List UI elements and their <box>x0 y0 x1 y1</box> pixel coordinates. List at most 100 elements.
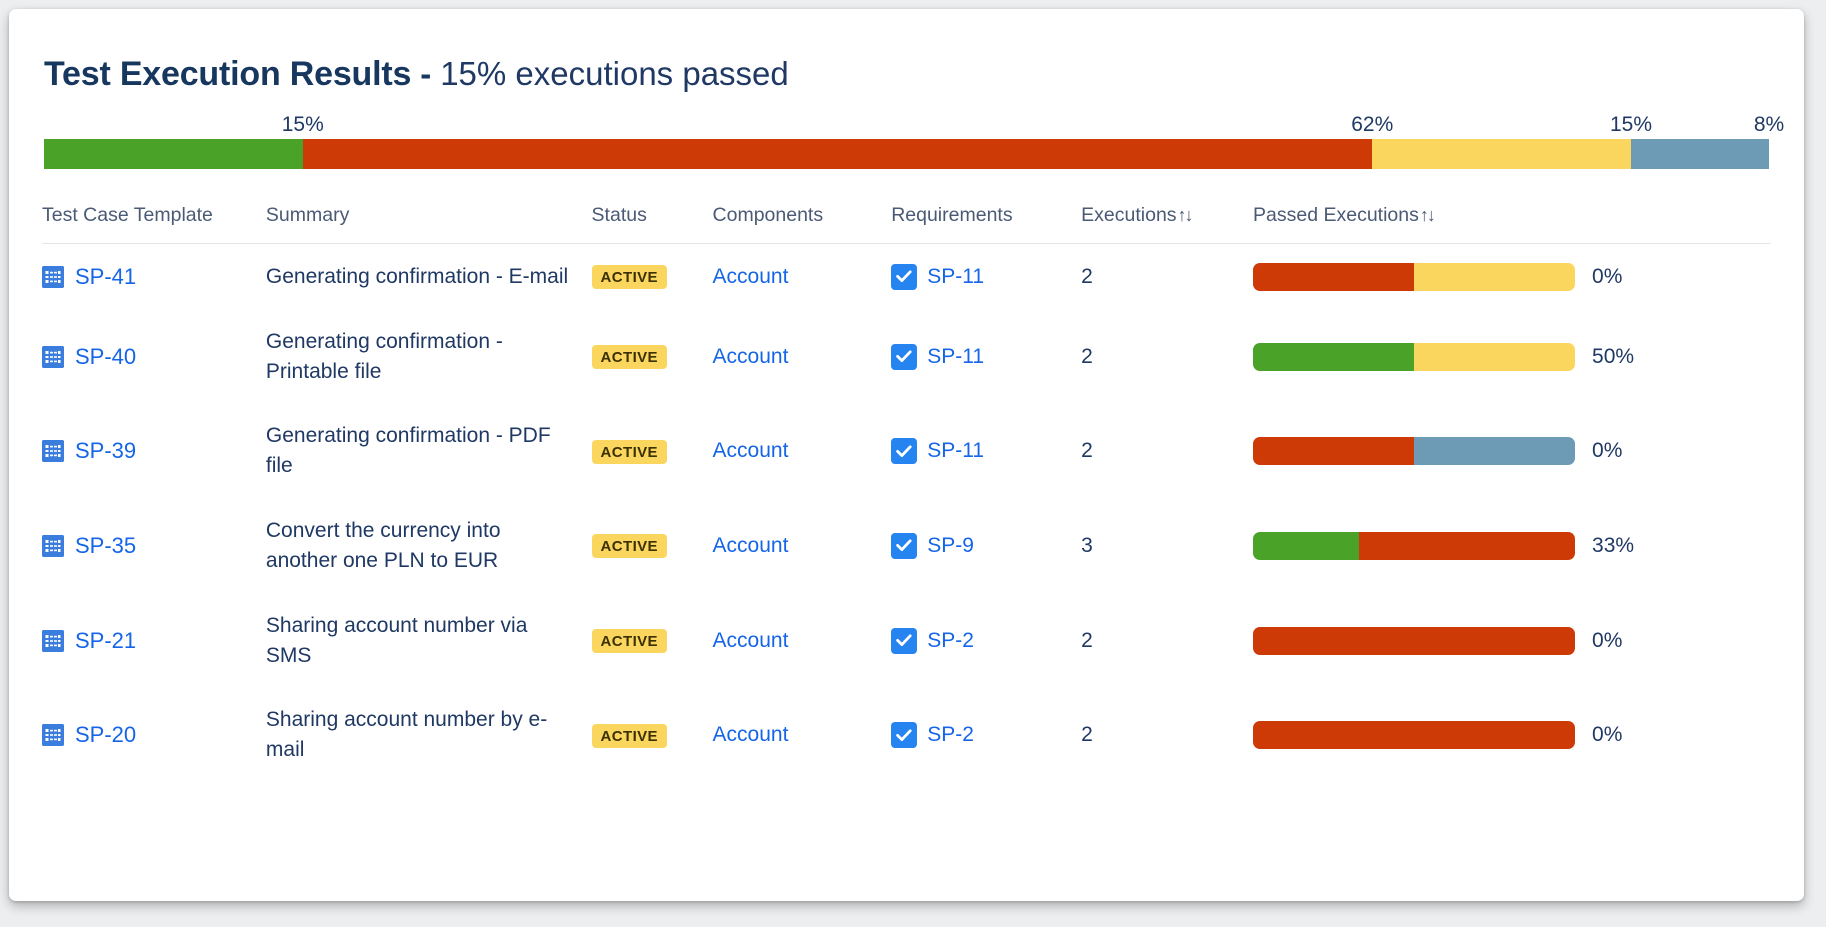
cell-components: Account <box>713 687 892 782</box>
passed-executions-cell: 33% <box>1253 532 1771 560</box>
cell-components: Account <box>713 593 892 688</box>
column-header-label: Test Case Template <box>42 204 213 226</box>
test-case-template-link[interactable]: SP-20 <box>75 722 136 748</box>
passed-executions-bar-segment[interactable] <box>1253 721 1575 749</box>
summary-text: Sharing account number via SMS <box>266 611 592 671</box>
passed-executions-cell: 0% <box>1253 627 1771 655</box>
cell-executions: 2 <box>1081 687 1253 782</box>
column-header-summary: Summary <box>266 204 592 244</box>
passed-executions-bar[interactable] <box>1253 263 1575 291</box>
page-title-main: Test Execution Results <box>44 55 411 94</box>
column-header-label: Components <box>713 204 824 226</box>
test-case-template-icon <box>42 266 64 288</box>
test-execution-results-card: Test Execution Results - 15% executions … <box>9 9 1804 901</box>
page-title: Test Execution Results - 15% executions … <box>44 55 1771 94</box>
test-case-template-cell: SP-35 <box>42 533 266 559</box>
requirement-link[interactable]: SP-11 <box>927 439 984 463</box>
passed-executions-bar[interactable] <box>1253 532 1575 560</box>
executions-value: 2 <box>1081 265 1093 288</box>
column-header-executions[interactable]: Executions↑↓ <box>1081 204 1253 244</box>
executions-value: 2 <box>1081 723 1093 746</box>
cell-summary: Generating confirmation - PDF file <box>266 403 592 498</box>
summary-bar-segment-other[interactable] <box>1631 139 1769 169</box>
column-header-label: Status <box>592 204 647 226</box>
summary-bar-segment-passed[interactable] <box>44 139 303 169</box>
cell-summary: Sharing account number by e-mail <box>266 687 592 782</box>
passed-executions-cell: 0% <box>1253 721 1771 749</box>
requirement-check-icon <box>891 264 917 290</box>
test-case-template-link[interactable]: SP-39 <box>75 438 136 464</box>
table-row: SP-21Sharing account number via SMSACTIV… <box>42 593 1771 688</box>
requirement-link[interactable]: SP-9 <box>927 534 974 558</box>
summary-text: Sharing account number by e-mail <box>266 705 592 765</box>
test-case-template-link[interactable]: SP-41 <box>75 264 136 290</box>
passed-executions-bar[interactable] <box>1253 343 1575 371</box>
summary-bar-segment-blocked[interactable] <box>1372 139 1631 169</box>
passed-executions-bar-segment[interactable] <box>1253 437 1414 465</box>
component-link[interactable]: Account <box>713 345 789 368</box>
cell-components: Account <box>713 309 892 404</box>
passed-executions-bar[interactable] <box>1253 437 1575 465</box>
table-row: SP-40Generating confirmation - Printable… <box>42 309 1771 404</box>
component-link[interactable]: Account <box>713 439 789 462</box>
cell-executions: 2 <box>1081 403 1253 498</box>
passed-executions-percent: 0% <box>1592 439 1622 463</box>
cell-status: ACTIVE <box>592 309 713 404</box>
summary-bar-segment-failed[interactable] <box>303 139 1373 169</box>
test-case-template-cell: SP-21 <box>42 628 266 654</box>
sort-arrows-icon[interactable]: ↑↓ <box>1178 205 1192 225</box>
passed-executions-bar-segment[interactable] <box>1253 343 1414 371</box>
component-link[interactable]: Account <box>713 534 789 557</box>
passed-executions-bar-segment[interactable] <box>1414 437 1575 465</box>
requirement-link[interactable]: SP-11 <box>927 265 984 289</box>
passed-executions-bar-segment[interactable] <box>1253 532 1359 560</box>
passed-executions-bar-segment[interactable] <box>1414 343 1575 371</box>
column-header-label: Summary <box>266 204 349 226</box>
summary-bar-label-other: 8% <box>1754 113 1784 137</box>
test-case-template-link[interactable]: SP-35 <box>75 533 136 559</box>
test-case-template-icon <box>42 724 64 746</box>
component-link[interactable]: Account <box>713 723 789 746</box>
page-title-subtitle: 15% executions passed <box>440 55 789 93</box>
test-case-template-cell: SP-39 <box>42 438 266 464</box>
requirement-check-icon <box>891 628 917 654</box>
cell-passed-executions: 0% <box>1253 593 1771 688</box>
column-header-passed-executions[interactable]: Passed Executions↑↓ <box>1253 204 1771 244</box>
summary-text: Convert the currency into another one PL… <box>266 516 592 576</box>
overall-summary-bar <box>44 139 1769 169</box>
page-title-dash: - <box>420 55 431 93</box>
passed-executions-bar-segment[interactable] <box>1414 263 1575 291</box>
status-badge: ACTIVE <box>592 440 667 464</box>
requirement-cell: SP-2 <box>891 722 1081 748</box>
requirement-cell: SP-2 <box>891 628 1081 654</box>
cell-status: ACTIVE <box>592 244 713 309</box>
test-case-template-link[interactable]: SP-40 <box>75 344 136 370</box>
requirement-link[interactable]: SP-2 <box>927 723 974 747</box>
sort-arrows-icon[interactable]: ↑↓ <box>1420 205 1434 225</box>
test-case-template-icon <box>42 535 64 557</box>
passed-executions-bar[interactable] <box>1253 627 1575 655</box>
component-link[interactable]: Account <box>713 629 789 652</box>
cell-summary: Convert the currency into another one PL… <box>266 498 592 593</box>
cell-summary: Generating confirmation - E-mail <box>266 244 592 309</box>
summary-text: Generating confirmation - E-mail <box>266 262 592 292</box>
passed-executions-bar-segment[interactable] <box>1359 532 1575 560</box>
passed-executions-percent: 33% <box>1592 534 1634 558</box>
summary-bar-label-blocked: 15% <box>1610 113 1652 137</box>
results-table: Test Case Template Summary Status Compon… <box>42 204 1771 782</box>
requirement-check-icon <box>891 344 917 370</box>
passed-executions-bar-segment[interactable] <box>1253 263 1414 291</box>
column-header-requirements: Requirements <box>891 204 1081 244</box>
column-header-status: Status <box>592 204 713 244</box>
cell-requirements: SP-9 <box>891 498 1081 593</box>
passed-executions-bar[interactable] <box>1253 721 1575 749</box>
passed-executions-percent: 0% <box>1592 629 1622 653</box>
requirement-link[interactable]: SP-2 <box>927 629 974 653</box>
executions-value: 2 <box>1081 629 1093 652</box>
cell-requirements: SP-11 <box>891 403 1081 498</box>
component-link[interactable]: Account <box>713 265 789 288</box>
test-case-template-link[interactable]: SP-21 <box>75 628 136 654</box>
requirement-cell: SP-9 <box>891 533 1081 559</box>
requirement-link[interactable]: SP-11 <box>927 345 984 369</box>
passed-executions-bar-segment[interactable] <box>1253 627 1575 655</box>
